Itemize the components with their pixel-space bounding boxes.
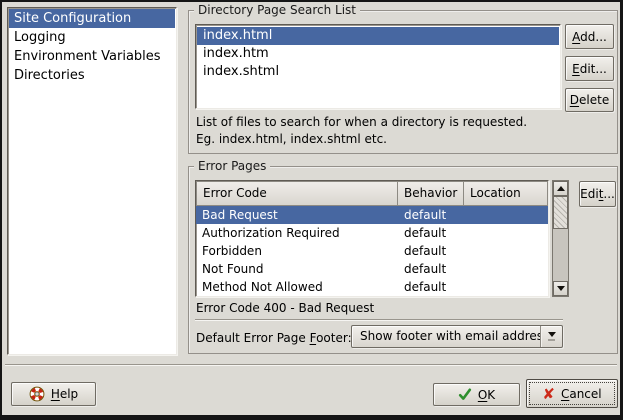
- arrow-down-icon: [557, 286, 565, 291]
- httpd-site-configuration-dialog: Site Configuration Logging Environment V…: [0, 0, 623, 420]
- error-table-scrollbar[interactable]: [552, 180, 569, 297]
- directory-page-file-list: index.html index.htm index.shtml: [195, 24, 561, 109]
- error-pages-frame-label: Error Pages: [194, 159, 270, 174]
- help-button[interactable]: Help: [11, 382, 96, 406]
- sidebar-item-environment-variables[interactable]: Environment Variables: [9, 47, 175, 66]
- ok-button-label: OK: [478, 388, 495, 402]
- scroll-up-button[interactable]: [553, 181, 568, 196]
- column-header-error-code[interactable]: Error Code: [196, 181, 398, 206]
- table-row-forbidden[interactable]: Forbidden default: [196, 242, 548, 260]
- action-area-separator: [5, 364, 617, 366]
- table-row-authorization-required[interactable]: Authorization Required default: [196, 224, 548, 242]
- column-header-location[interactable]: Location: [463, 181, 548, 206]
- sidebar-item-site-configuration[interactable]: Site Configuration: [9, 9, 175, 28]
- default-error-footer-select[interactable]: Show footer with email address: [351, 325, 563, 348]
- directory-page-search-frame: Directory Page Search List index.html in…: [188, 10, 618, 154]
- table-row-method-not-allowed[interactable]: Method Not Allowed default: [196, 278, 548, 296]
- table-row-bad-request[interactable]: Bad Request default: [196, 206, 548, 224]
- lifebuoy-icon: [29, 386, 45, 402]
- cross-icon: ✘: [542, 387, 555, 401]
- footer-separator: [195, 319, 563, 321]
- sidebar-item-directories[interactable]: Directories: [9, 66, 175, 85]
- add-button-label: Add...: [572, 30, 607, 44]
- scroll-down-button[interactable]: [553, 281, 568, 296]
- column-header-behavior[interactable]: Behavior: [397, 181, 464, 206]
- file-list-item[interactable]: index.htm: [197, 45, 559, 63]
- sidebar-item-logging[interactable]: Logging: [9, 28, 175, 47]
- default-error-footer-value: Show footer with email address: [352, 326, 540, 347]
- edit-button-label: Edit...: [572, 62, 607, 76]
- table-row-not-found[interactable]: Not Found default: [196, 260, 548, 278]
- cancel-button[interactable]: ✘ Cancel: [526, 379, 618, 408]
- edit-button[interactable]: Edit...: [565, 56, 614, 81]
- delete-button-label: Delete: [570, 93, 609, 107]
- arrow-up-icon: [557, 186, 565, 191]
- add-button[interactable]: Add...: [565, 24, 614, 49]
- file-list-item[interactable]: index.shtml: [197, 63, 559, 81]
- default-error-footer-label: Default Error Page Footer:: [196, 331, 352, 345]
- error-code-status-text: Error Code 400 - Bad Request: [196, 301, 374, 315]
- error-pages-table: Error Code Behavior Location Bad Request…: [195, 180, 549, 297]
- category-list: Site Configuration Logging Environment V…: [7, 7, 177, 355]
- error-pages-table-body: Bad Request default Authorization Requir…: [196, 206, 548, 296]
- check-icon: [458, 388, 472, 401]
- error-pages-table-header: Error Code Behavior Location: [196, 181, 548, 206]
- dropdown-arrow-icon: [540, 326, 562, 347]
- file-list-description-line1: List of files to search for when a direc…: [196, 115, 527, 129]
- edit-error-page-button[interactable]: Edit...: [579, 181, 616, 207]
- cancel-button-label: Cancel: [561, 387, 602, 401]
- delete-button[interactable]: Delete: [565, 88, 614, 112]
- error-pages-frame: Error Pages Error Code Behavior Location…: [188, 166, 618, 354]
- help-button-label: Help: [51, 387, 78, 401]
- file-list-description-line2: Eg. index.html, index.shtml etc.: [196, 132, 387, 146]
- file-list-item[interactable]: index.html: [197, 27, 559, 45]
- edit-error-page-button-label: Edit...: [580, 187, 615, 201]
- scrollbar-thumb[interactable]: [553, 196, 568, 229]
- ok-button[interactable]: OK: [433, 383, 520, 406]
- directory-page-search-frame-label: Directory Page Search List: [194, 3, 360, 18]
